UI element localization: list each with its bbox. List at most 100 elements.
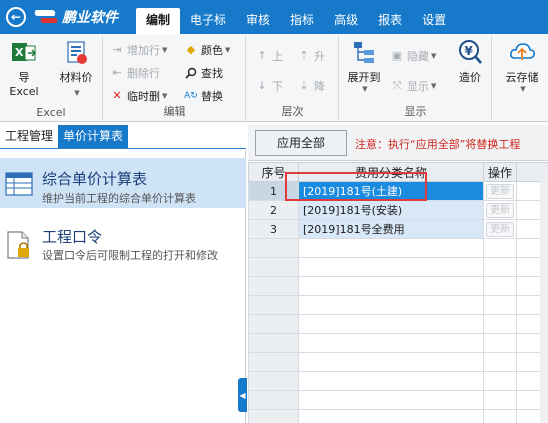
excel-group-label: Excel [36, 106, 66, 119]
row-seq: 1 [248, 181, 299, 201]
row-op-cell: 更新 [483, 219, 517, 239]
add-row-icon: ⇥ [112, 43, 122, 56]
apply-all-button[interactable]: 应用全部 [255, 130, 347, 156]
cloud-upload-icon [508, 38, 536, 66]
expand-tree-icon [350, 38, 378, 66]
nav-item-title: 工程口令 [42, 228, 103, 246]
search-icon [184, 66, 198, 80]
display-group-label: 显示 [404, 105, 427, 118]
level-group-label: 层次 [281, 105, 304, 118]
empty-row [248, 276, 548, 296]
menu-advanced[interactable]: 高级 [324, 8, 368, 34]
title-bar: ← 鹏业软件 编制 电子标 审核 指标 高级 报表 设置 [0, 0, 548, 34]
add-row-button[interactable]: ⇥ 增加行 ▼ [110, 40, 167, 59]
table-header-row: 序号 费用分类名称 操作 [248, 162, 548, 182]
empty-row [248, 314, 548, 334]
hide-icon: ▣ [391, 49, 403, 62]
raise-level-button[interactable]: ⇡ 升 [297, 46, 325, 65]
column-header-blank [516, 162, 548, 182]
expand-to-label: 展开到 [347, 71, 381, 84]
empty-row [248, 257, 548, 277]
nav-item-title: 综合单价计算表 [42, 170, 148, 188]
cloud-save-caret: ▼ [520, 85, 526, 93]
expand-to-caret: ▼ [362, 85, 368, 93]
excel-group: X 导Excel 材料价▼ Excel [0, 36, 103, 120]
left-panel-tabs: 工程管理 单价计算表 [0, 125, 246, 149]
level-group: ↑ 上 ⇡ 升 ↓ 下 ⇣ 降 层次 [247, 36, 339, 120]
cloud-group: 云存储 ▼ [493, 36, 548, 120]
nav-item-desc: 设置口令后可限制工程的打开和修改 [42, 249, 218, 262]
expand-to-button[interactable]: 展开到 ▼ [342, 38, 386, 93]
nav-item-desc: 维护当前工程的综合单价计算表 [42, 192, 196, 205]
left-panel: 综合单价计算表 维护当前工程的综合单价计算表 工程口令 设置口令后可限制工程的打… [0, 150, 246, 423]
cost-search-icon: ¥ [456, 38, 484, 66]
row-name[interactable]: [2019]181号全费用 [298, 219, 484, 239]
column-header-op[interactable]: 操作 [483, 162, 517, 182]
nav-item-unit-price-table[interactable]: 综合单价计算表 维护当前工程的综合单价计算表 [0, 158, 246, 208]
row-op-cell: 更新 [483, 181, 517, 201]
export-excel-button[interactable]: X 导Excel [4, 38, 44, 98]
temp-delete-icon: ✕ [112, 89, 122, 102]
empty-row [248, 333, 548, 353]
move-down-button[interactable]: ↓ 下 [255, 76, 283, 95]
menu-settings[interactable]: 设置 [412, 8, 456, 34]
menu-report[interactable]: 报表 [368, 8, 412, 34]
collapse-panel-handle[interactable]: ◀ [238, 378, 247, 412]
cloud-save-button[interactable]: 云存储 ▼ [499, 38, 545, 93]
raise-level-icon: ⇡ [299, 49, 309, 62]
table-icon [5, 172, 33, 199]
menu-e-bid[interactable]: 电子标 [180, 8, 236, 34]
edit-group-label: 编辑 [163, 105, 186, 118]
export-excel-label: 导Excel [9, 71, 39, 98]
move-up-button[interactable]: ↑ 上 [255, 46, 283, 65]
vertical-scrollbar[interactable] [540, 180, 548, 423]
color-button[interactable]: ◆ 颜色 ▼ [184, 40, 231, 59]
row-name[interactable]: [2019]181号(土建) [298, 181, 484, 201]
svg-text:¥: ¥ [465, 44, 474, 58]
row-name[interactable]: [2019]181号(安装) [298, 200, 484, 220]
material-price-label: 材料价▼ [59, 71, 93, 97]
cost-button[interactable]: ¥ 造价 [450, 38, 490, 85]
table-row[interactable]: 2 [2019]181号(安装) 更新 [248, 200, 548, 220]
arrow-up-icon: ↑ [257, 49, 267, 62]
column-header-seq[interactable]: 序号 [248, 162, 299, 182]
table-row[interactable]: 1 [2019]181号(土建) 更新 [248, 181, 548, 201]
back-icon[interactable]: ← [6, 7, 26, 27]
app-name: 鹏业软件 [62, 10, 118, 26]
row-seq: 3 [248, 219, 299, 239]
nav-item-project-password[interactable]: 工程口令 设置口令后可限制工程的打开和修改 [0, 220, 246, 270]
row-op-cell: 更新 [483, 200, 517, 220]
arrow-down-icon: ↓ [257, 79, 267, 92]
material-price-icon [62, 38, 90, 66]
menu-index[interactable]: 指标 [280, 8, 324, 34]
tab-project-management[interactable]: 工程管理 [0, 125, 58, 148]
delete-row-button[interactable]: ⇤ 删除行 [110, 63, 160, 82]
table-row[interactable]: 3 [2019]181号全费用 更新 [248, 219, 548, 239]
empty-row [248, 238, 548, 258]
find-button[interactable]: 查找 [184, 63, 223, 82]
menu-edit[interactable]: 编制 [136, 8, 181, 34]
empty-row [248, 295, 548, 315]
menu-audit[interactable]: 审核 [236, 8, 280, 34]
delete-row-icon: ⇤ [112, 66, 122, 79]
document-lock-icon [5, 230, 33, 263]
empty-row [248, 390, 548, 410]
fee-category-table: 序号 费用分类名称 操作 1 [2019]181号(土建) 更新 2 [2019… [248, 162, 548, 423]
ribbon: X 导Excel 材料价▼ Excel ⇥ 增加行 ▼ ⇤ 删除行 ✕ 临时删 … [0, 34, 548, 122]
column-header-name[interactable]: 费用分类名称 [298, 162, 484, 182]
update-button[interactable]: 更新 [486, 183, 514, 199]
tab-unit-price-table[interactable]: 单价计算表 [58, 125, 129, 148]
empty-row [248, 409, 548, 423]
material-price-button[interactable]: 材料价▼ [56, 38, 96, 98]
lower-level-button[interactable]: ⇣ 降 [297, 76, 325, 95]
update-button[interactable]: 更新 [486, 202, 514, 218]
app-logo [32, 8, 60, 26]
paint-bucket-icon: ◆ [186, 43, 196, 56]
show-button[interactable]: ⤧ 显示 ▼ [390, 76, 437, 95]
show-icon: ⤧ [392, 78, 402, 92]
hide-button[interactable]: ▣ 隐藏 ▼ [390, 46, 437, 65]
update-button[interactable]: 更新 [486, 221, 514, 237]
display-group: 展开到 ▼ ▣ 隐藏 ▼ ⤧ 显示 ▼ ¥ 造价 显示 [340, 36, 492, 120]
edit-group: ⇥ 增加行 ▼ ⇤ 删除行 ✕ 临时删 ▼ ◆ 颜色 ▼ 查找 A↻ 替换 编辑 [104, 36, 246, 120]
right-panel: 应用全部 注意：执行“应用全部”将替换工程 序号 费用分类名称 操作 1 [20… [248, 125, 548, 423]
